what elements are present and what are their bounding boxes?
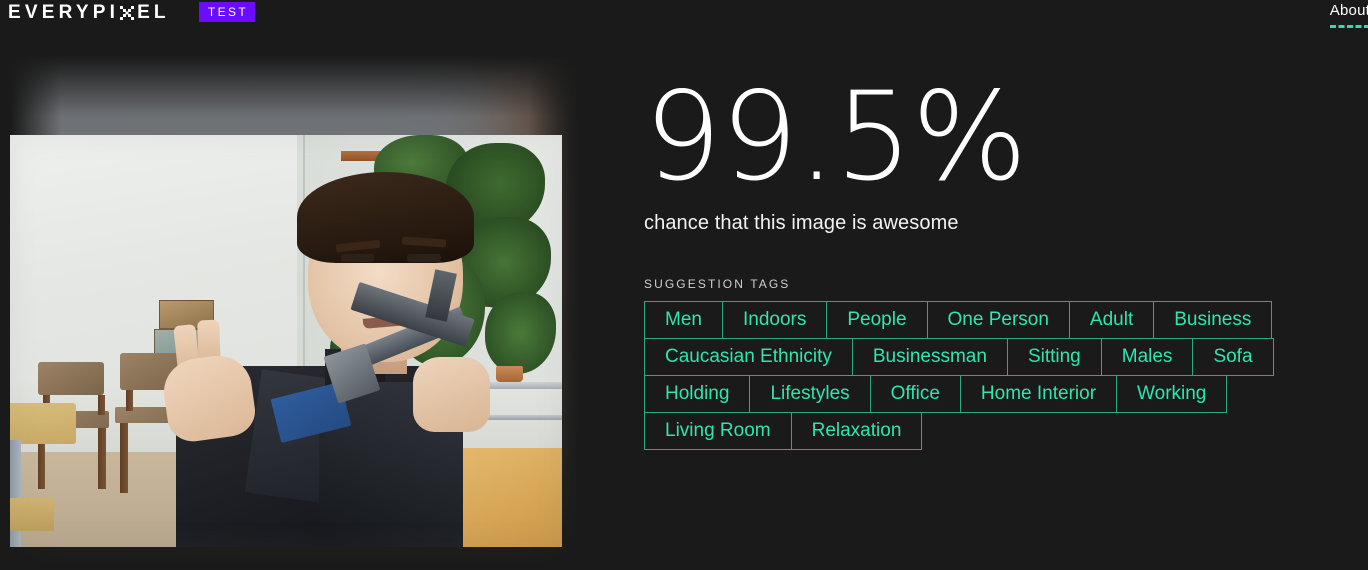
suggestion-tag[interactable]: Indoors xyxy=(721,301,828,339)
suggestion-tag[interactable]: Males xyxy=(1100,338,1194,376)
suggestion-tag[interactable]: Sitting xyxy=(1006,338,1102,376)
suggestion-tag[interactable]: Home Interior xyxy=(959,375,1118,413)
suggestion-tags-list: Men Indoors People One Person Adult Business C… xyxy=(644,301,1368,450)
about-link[interactable]: About xyxy=(1329,0,1368,28)
suggestion-tag[interactable]: Relaxation xyxy=(790,412,923,450)
brand-logo[interactable]: EVERYPI EL xyxy=(8,1,170,25)
suggestion-tag[interactable]: Businessman xyxy=(851,338,1008,376)
pixel-x-icon xyxy=(120,6,135,20)
suggestion-tag[interactable]: Working xyxy=(1116,375,1228,413)
suggestion-tag[interactable]: Holding xyxy=(644,375,751,413)
top-header: EVERYPI EL TEST About xyxy=(0,0,1368,28)
awesomeness-score: 99.5% xyxy=(644,66,1028,208)
suggestion-tag[interactable]: One Person xyxy=(926,301,1070,339)
analyzed-photo[interactable] xyxy=(10,135,562,547)
result-panel: 99.5% chance that this image is awesome … xyxy=(644,55,1368,450)
suggestion-tag[interactable]: Sofa xyxy=(1192,338,1274,376)
analyzed-image-panel[interactable] xyxy=(10,55,580,570)
suggestion-tag[interactable]: People xyxy=(826,301,928,339)
suggestion-tag[interactable]: Business xyxy=(1153,301,1273,339)
suggestion-tags-title: SUGGESTION TAGS xyxy=(644,277,791,291)
suggestion-tag[interactable]: Men xyxy=(644,301,723,339)
suggestion-tag[interactable]: Office xyxy=(869,375,961,413)
suggestion-tag[interactable]: Caucasian Ethnicity xyxy=(644,338,853,376)
suggestion-tag[interactable]: Living Room xyxy=(644,412,792,450)
suggestion-tag[interactable]: Adult xyxy=(1068,301,1155,339)
logo-text-after: EL xyxy=(137,2,170,23)
logo-text-before: EVERYPI xyxy=(8,2,120,23)
everypixel-app: EVERYPI EL TEST About 99.5% chance that … xyxy=(0,0,1368,570)
score-caption: chance that this image is awesome xyxy=(644,212,959,234)
suggestion-tag[interactable]: Lifestyles xyxy=(749,375,871,413)
test-badge: TEST xyxy=(199,2,255,22)
